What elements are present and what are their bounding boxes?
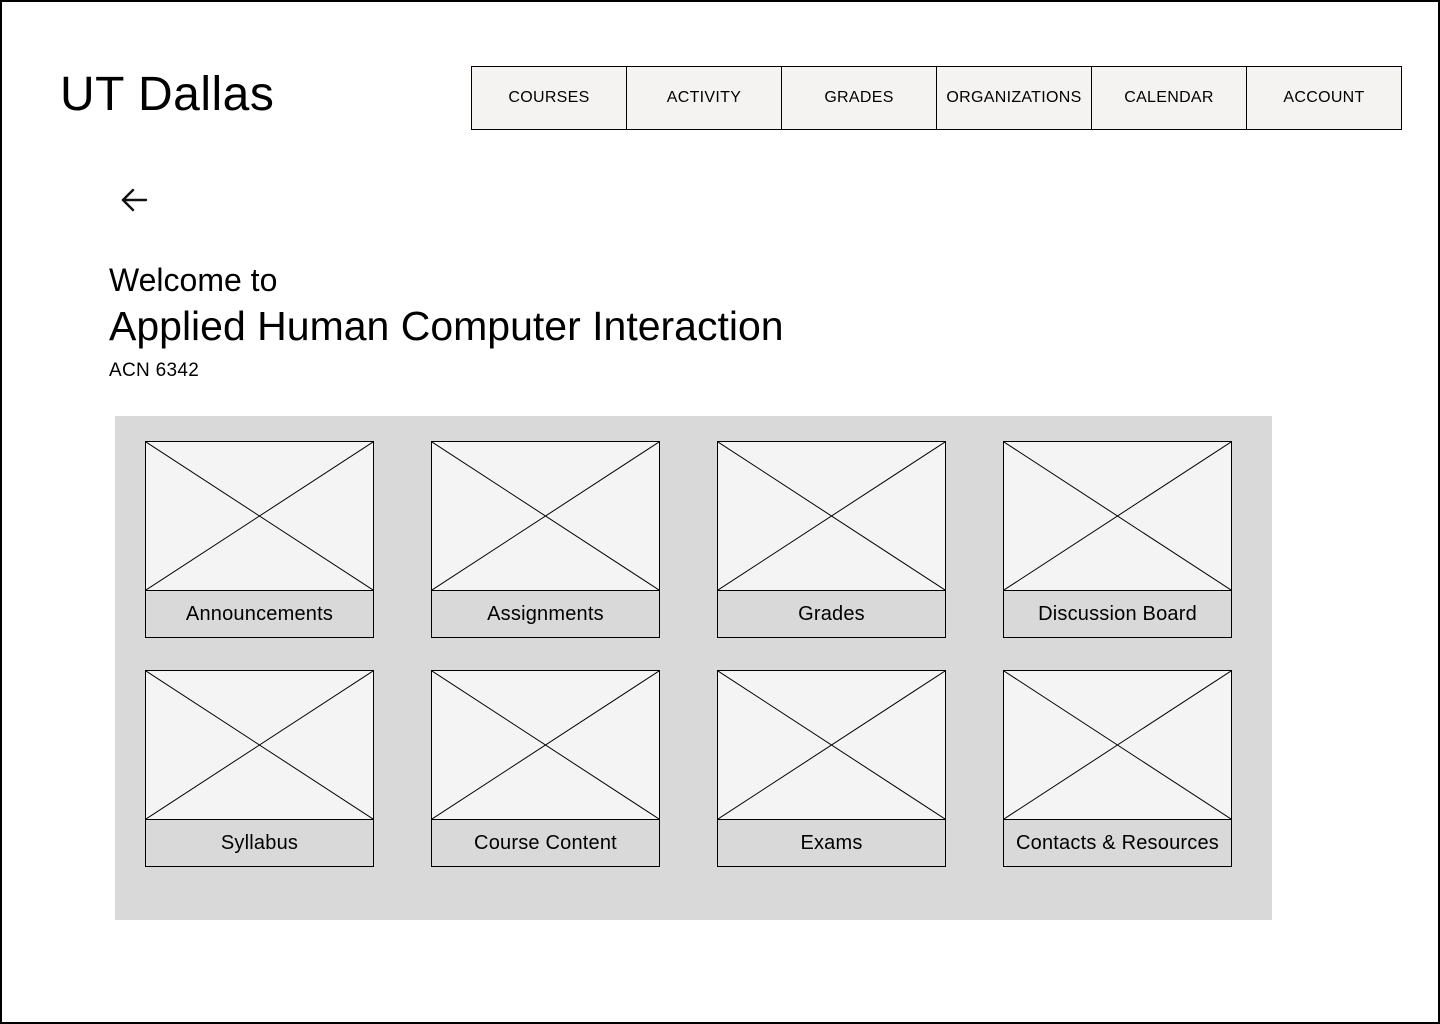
course-title: Applied Human Computer Interaction [109,303,784,349]
nav-item-label: ACCOUNT [1283,89,1365,106]
tile-label: Assignments [431,590,660,638]
tile-label: Grades [717,590,946,638]
course-code: ACN 6342 [109,360,200,381]
nav-item-label: CALENDAR [1124,89,1214,106]
image-placeholder-icon [431,441,660,591]
image-placeholder-icon [1003,441,1232,591]
image-placeholder-icon [1003,670,1232,820]
nav-item-label: COURSES [508,89,590,106]
tile-discussion-board[interactable]: Discussion Board [1003,441,1232,638]
tile-label: Exams [717,819,946,867]
image-placeholder-icon [431,670,660,820]
tile-announcements[interactable]: Announcements [145,441,374,638]
nav-item-label: GRADES [824,89,894,106]
nav-item-organizations[interactable]: ORGANIZATIONS [936,66,1092,130]
tile-grades[interactable]: Grades [717,441,946,638]
back-button[interactable] [114,182,154,218]
image-placeholder-icon [145,441,374,591]
nav-item-calendar[interactable]: CALENDAR [1091,66,1247,130]
tile-exams[interactable]: Exams [717,670,946,867]
tile-label: Syllabus [145,819,374,867]
tile-label: Course Content [431,819,660,867]
tile-label: Announcements [145,590,374,638]
tile-contacts-resources[interactable]: Contacts & Resources [1003,670,1232,867]
image-placeholder-icon [717,670,946,820]
tile-course-content[interactable]: Course Content [431,670,660,867]
tile-label: Discussion Board [1003,590,1232,638]
tile-assignments[interactable]: Assignments [431,441,660,638]
nav-item-account[interactable]: ACCOUNT [1246,66,1402,130]
nav-item-label: ORGANIZATIONS [946,89,1082,106]
arrow-left-icon [121,188,148,212]
image-placeholder-icon [717,441,946,591]
tile-label: Contacts & Resources [1003,819,1232,867]
top-navigation: COURSES ACTIVITY GRADES ORGANIZATIONS CA… [471,66,1402,130]
welcome-heading: Welcome to [109,262,278,298]
course-tiles-panel: Announcements Assignments Grades Discuss… [115,416,1272,920]
nav-item-activity[interactable]: ACTIVITY [626,66,782,130]
app-window: UT Dallas COURSES ACTIVITY GRADES ORGANI… [0,0,1440,1024]
nav-item-label: ACTIVITY [666,89,742,106]
tile-syllabus[interactable]: Syllabus [145,670,374,867]
nav-item-courses[interactable]: COURSES [471,66,627,130]
image-placeholder-icon [145,670,374,820]
nav-item-grades[interactable]: GRADES [781,66,937,130]
brand-logo-text[interactable]: UT Dallas [60,66,274,124]
